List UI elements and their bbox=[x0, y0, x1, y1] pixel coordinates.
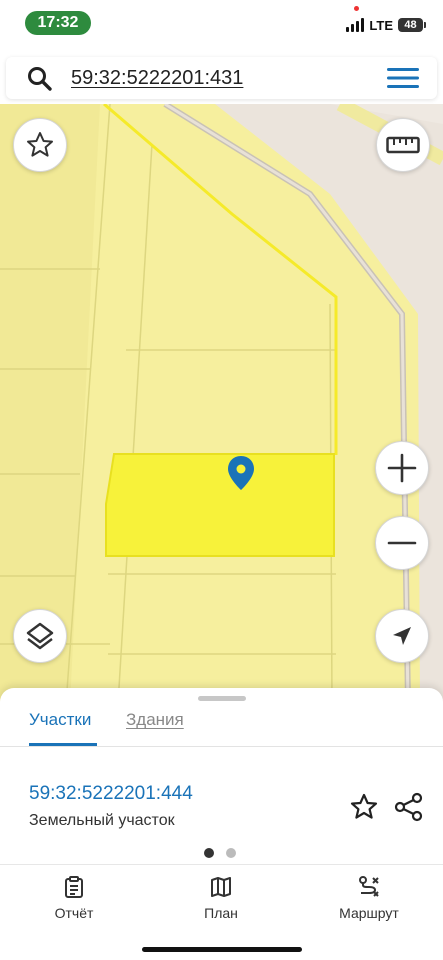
search-query[interactable]: 59:32:5222201:431 bbox=[71, 67, 243, 90]
active-tab-indicator bbox=[29, 743, 97, 746]
signal-icon bbox=[346, 18, 365, 32]
tab-buildings[interactable]: Здания bbox=[126, 709, 184, 731]
tab-parcels[interactable]: Участки bbox=[29, 709, 91, 731]
bottom-nav: Отчёт План Маршрут bbox=[0, 864, 443, 960]
bottom-sheet[interactable]: Участки Здания 59:32:5222201:444 Земельн… bbox=[0, 688, 443, 868]
search-icon[interactable] bbox=[26, 65, 54, 93]
nav-route-label: Маршрут bbox=[339, 905, 399, 921]
status-indicators: LTE 48 bbox=[346, 15, 426, 35]
sheet-drag-handle[interactable] bbox=[198, 696, 246, 701]
measure-button[interactable] bbox=[376, 118, 430, 172]
nav-plan-label: План bbox=[204, 905, 238, 921]
status-time: 17:32 bbox=[25, 11, 91, 35]
search-bar[interactable]: 59:32:5222201:431 bbox=[6, 57, 437, 99]
layers-button[interactable] bbox=[13, 609, 67, 663]
zoom-in-button[interactable] bbox=[375, 441, 429, 495]
star-icon bbox=[27, 132, 53, 157]
ruler-icon bbox=[386, 136, 420, 154]
nav-route[interactable]: Маршрут bbox=[319, 875, 419, 921]
report-icon bbox=[65, 876, 83, 898]
hamburger-menu-icon[interactable] bbox=[387, 67, 419, 89]
status-bar: 17:32 LTE 48 bbox=[0, 0, 443, 48]
cadastral-map[interactable] bbox=[0, 104, 443, 704]
nav-report-label: Отчёт bbox=[54, 905, 94, 921]
layers-icon bbox=[26, 622, 54, 650]
network-type: LTE bbox=[369, 17, 393, 33]
battery-icon: 48 bbox=[398, 18, 426, 32]
pager-dot-active bbox=[204, 848, 214, 858]
parcel-id-link[interactable]: 59:32:5222201:444 bbox=[29, 783, 193, 805]
nav-plan[interactable]: План bbox=[171, 875, 271, 921]
pager-dot[interactable] bbox=[226, 848, 236, 858]
recording-dot-icon bbox=[354, 6, 359, 11]
nav-report[interactable]: Отчёт bbox=[24, 875, 124, 921]
map-view[interactable] bbox=[0, 104, 443, 704]
locate-button[interactable] bbox=[375, 609, 429, 663]
sheet-tabs: Участки Здания bbox=[0, 706, 443, 747]
share-icon[interactable] bbox=[394, 792, 424, 822]
favorite-button[interactable] bbox=[13, 118, 67, 172]
zoom-out-icon bbox=[387, 541, 417, 545]
favorite-star-icon[interactable] bbox=[349, 792, 379, 822]
route-icon bbox=[359, 876, 379, 897]
parcel-type: Земельный участок bbox=[29, 812, 175, 829]
pager-dots bbox=[204, 848, 236, 858]
map-plan-icon bbox=[211, 877, 231, 897]
zoom-in-icon bbox=[387, 453, 417, 483]
home-indicator[interactable] bbox=[142, 947, 302, 952]
locate-arrow-icon bbox=[393, 627, 411, 645]
zoom-out-button[interactable] bbox=[375, 516, 429, 570]
